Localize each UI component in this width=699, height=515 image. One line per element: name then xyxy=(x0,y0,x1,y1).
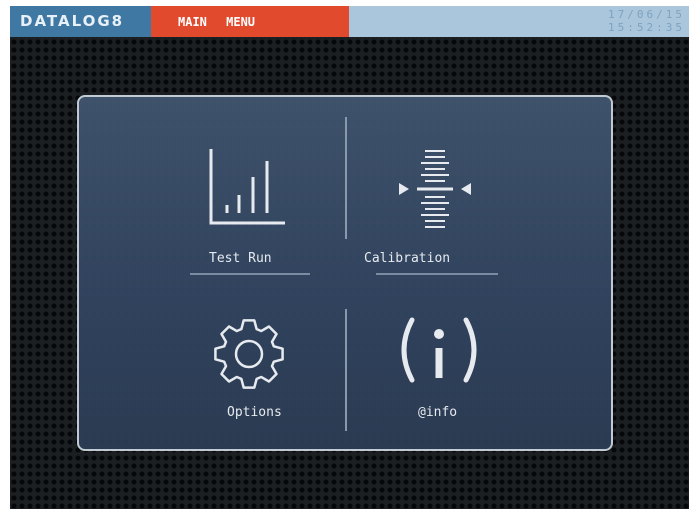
top-bar: DATALOG8 MAIN MENU 17/06/15 15:52:35 xyxy=(10,6,689,37)
calibration-icon xyxy=(399,150,471,228)
test-run-button[interactable]: Test Run xyxy=(174,127,324,277)
main-menu-panel: Test Run Calibration Options @info xyxy=(77,95,613,451)
clock: 17/06/15 15:52:35 xyxy=(608,8,685,34)
options-button[interactable]: Options xyxy=(194,302,344,432)
calibration-button[interactable]: Calibration xyxy=(364,127,514,277)
calibration-underline xyxy=(376,273,498,275)
vertical-divider-bottom xyxy=(345,309,347,431)
test-run-underline xyxy=(190,273,310,275)
gear-icon xyxy=(214,319,284,389)
vertical-divider-top xyxy=(345,117,347,239)
status-area: 17/06/15 15:52:35 xyxy=(349,6,689,37)
info-icon xyxy=(401,317,477,383)
test-run-label: Test Run xyxy=(209,251,272,266)
options-label: Options xyxy=(227,405,282,420)
time-display: 15:52:35 xyxy=(608,21,685,34)
device-screen: DATALOG8 MAIN MENU 17/06/15 15:52:35 Tes… xyxy=(10,6,689,509)
calibration-label: Calibration xyxy=(364,251,451,266)
bar-chart-icon xyxy=(209,149,285,225)
page-title: MAIN MENU xyxy=(151,6,349,37)
info-label: @info xyxy=(418,405,458,420)
info-button[interactable]: @info xyxy=(369,302,519,432)
date-display: 17/06/15 xyxy=(608,8,685,21)
logo: DATALOG8 xyxy=(10,6,151,37)
